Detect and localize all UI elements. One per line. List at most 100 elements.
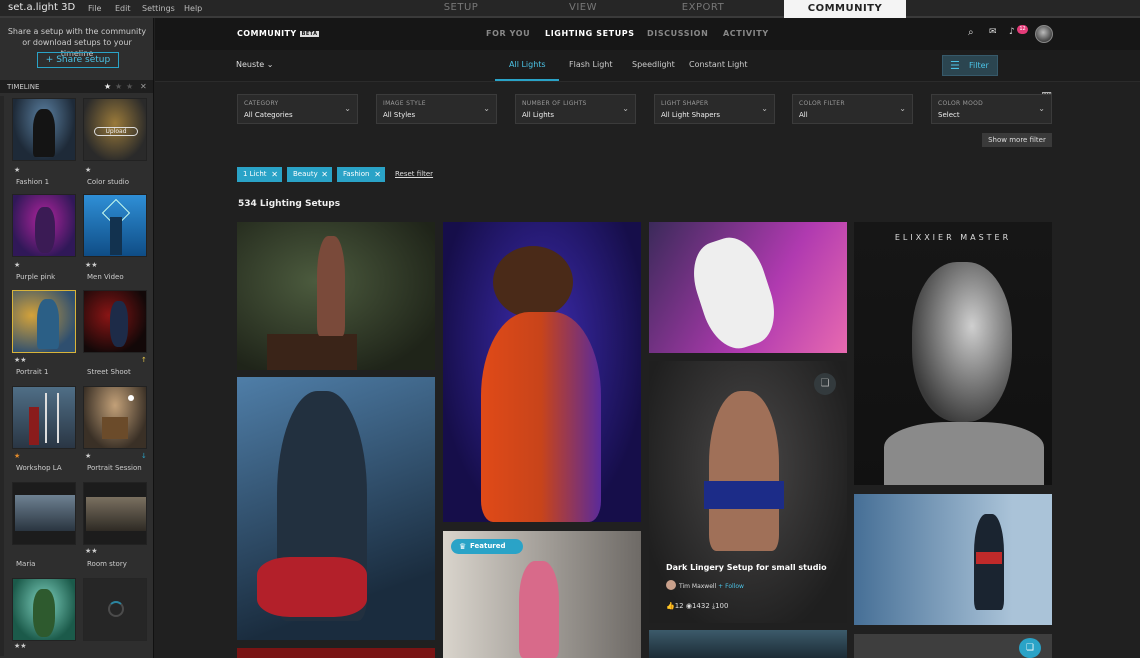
timeline-scrollbar[interactable]: [0, 96, 4, 656]
bookmark-icon[interactable]: ❏: [814, 373, 836, 395]
menu-help[interactable]: Help: [184, 4, 202, 13]
mode-tab-setup[interactable]: SETUP: [400, 2, 522, 13]
bell-icon[interactable]: ♪: [1009, 27, 1015, 37]
setup-card[interactable]: [854, 494, 1052, 625]
community-main: COMMUNITY BETA FOR YOU LIGHTING SETUPS DI…: [155, 18, 1140, 658]
rating-stars: ★★: [85, 261, 98, 269]
rating-stars: ★: [85, 166, 92, 174]
timeline-thumbnail[interactable]: [12, 386, 76, 449]
close-icon[interactable]: ✕: [374, 167, 381, 182]
chevron-down-icon: ⌄: [1038, 104, 1045, 113]
close-icon[interactable]: ✕: [271, 167, 278, 182]
filter-image-style[interactable]: IMAGE STYLE All Styles ⌄: [376, 94, 497, 124]
timeline-thumbnail[interactable]: [12, 578, 76, 641]
mode-tab-export[interactable]: EXPORT: [642, 2, 764, 13]
reset-filter-link[interactable]: Reset filter: [395, 170, 433, 178]
beta-badge: BETA: [299, 31, 320, 37]
timeline-label: TIMELINE: [7, 83, 40, 91]
bookmark-icon[interactable]: ❏: [1019, 638, 1041, 658]
timeline-item-label: Room story: [87, 560, 127, 568]
close-icon[interactable]: ✕: [321, 167, 328, 182]
show-more-filter-button[interactable]: Show more filter: [982, 133, 1052, 147]
filter-chip[interactable]: Fashion ✕: [337, 167, 385, 182]
timeline-thumbnail[interactable]: [83, 482, 147, 545]
timeline-thumbnail[interactable]: Upload: [83, 98, 147, 161]
nav-for-you[interactable]: FOR YOU: [486, 29, 530, 38]
timeline-item-label: Men Video: [87, 273, 124, 281]
setup-card[interactable]: ❏: [854, 634, 1052, 658]
filter-number-of-lights[interactable]: NUMBER OF LIGHTS All Lights ⌄: [515, 94, 636, 124]
chevron-down-icon: ⌄: [622, 104, 629, 113]
nav-discussion[interactable]: DISCUSSION: [647, 29, 708, 38]
tab-all-lights[interactable]: All Lights: [509, 60, 546, 69]
search-icon[interactable]: ⌕: [968, 27, 974, 38]
nav-lighting-setups[interactable]: LIGHTING SETUPS: [545, 29, 635, 38]
mode-tab-community[interactable]: COMMUNITY: [784, 0, 906, 18]
author-avatar[interactable]: [666, 580, 676, 590]
timeline-thumbnail[interactable]: [12, 194, 76, 257]
timeline-thumbnail-loading[interactable]: [83, 578, 147, 641]
timeline-thumbnail[interactable]: [83, 194, 147, 257]
results-count: 534 Lighting Setups: [238, 199, 341, 209]
filter-color-mood[interactable]: COLOR MOOD Select ⌄: [931, 94, 1052, 124]
star-filter-icon[interactable]: ★: [104, 82, 111, 91]
setup-card[interactable]: [649, 222, 847, 353]
timeline-item-label: Purple pink: [16, 273, 56, 281]
menu-file[interactable]: File: [88, 4, 101, 13]
author-name[interactable]: Tim Maxwell: [679, 583, 716, 590]
setup-title[interactable]: Dark Lingery Setup for small studio: [666, 563, 827, 572]
share-setup-button[interactable]: + Share setup: [37, 52, 119, 68]
setup-card-open[interactable]: ❏ Dark Lingery Setup for small studio Ti…: [649, 361, 847, 623]
tab-flash-light[interactable]: Flash Light: [569, 60, 612, 69]
menu-settings[interactable]: Settings: [142, 4, 175, 13]
filter-subbar: Neuste ⌄ All Lights Flash Light Speedlig…: [155, 50, 1140, 104]
mail-icon[interactable]: ✉: [989, 27, 997, 37]
notification-badge: 12: [1017, 25, 1028, 34]
timeline-thumbnail-selected[interactable]: [12, 290, 76, 353]
filter-chip[interactable]: Beauty ✕: [287, 167, 332, 182]
filter-button[interactable]: ☰ Filter: [942, 55, 998, 76]
setup-card[interactable]: [237, 648, 435, 658]
timeline-header: TIMELINE ★ ★ ★ ✕: [0, 80, 153, 93]
setup-card[interactable]: [237, 377, 435, 640]
upload-badge[interactable]: Upload: [94, 127, 138, 136]
pin-icon[interactable]: ✕: [140, 82, 147, 91]
menu-edit[interactable]: Edit: [115, 4, 131, 13]
app-window: set.a.light 3D File Edit Settings Help S…: [0, 0, 1140, 658]
timeline-thumbnail[interactable]: [83, 290, 147, 353]
follow-button[interactable]: + Follow: [718, 583, 744, 590]
mode-tab-view[interactable]: VIEW: [522, 2, 644, 13]
like-icon[interactable]: 👍: [666, 602, 675, 610]
app-title: set.a.light 3D: [8, 2, 76, 13]
timeline-item-label: Color studio: [87, 178, 129, 186]
setup-card[interactable]: [443, 222, 641, 522]
rating-stars: ★★: [14, 356, 27, 364]
rating-stars: ★: [14, 166, 21, 174]
timeline-thumbnail[interactable]: [12, 98, 76, 161]
sort-dropdown[interactable]: Neuste ⌄: [236, 60, 273, 69]
timeline-item-label: Maria: [16, 560, 36, 568]
avatar[interactable]: [1035, 25, 1053, 43]
setup-stats: 👍12 ◉1432 ⤓100: [666, 602, 729, 610]
star-filter-icon[interactable]: ★: [115, 82, 122, 91]
community-logo: COMMUNITY BETA: [237, 29, 320, 38]
setup-card[interactable]: ♛ Featured: [443, 531, 641, 658]
timeline-thumbnail[interactable]: [83, 386, 147, 449]
setup-card[interactable]: [237, 222, 435, 370]
timeline-item-label: Street Shoot: [87, 368, 131, 376]
chevron-down-icon: ⌄: [899, 104, 906, 113]
timeline-thumbnail[interactable]: [12, 482, 76, 545]
tab-speedlight[interactable]: Speedlight: [632, 60, 675, 69]
setup-card[interactable]: [649, 630, 847, 658]
tab-constant-light[interactable]: Constant Light: [689, 60, 747, 69]
filter-light-shaper[interactable]: LIGHT SHAPER All Light Shapers ⌄: [654, 94, 775, 124]
chevron-down-icon: ⌄: [761, 104, 768, 113]
rating-stars: ★: [14, 261, 21, 269]
filter-chip[interactable]: 1 Licht ✕: [237, 167, 282, 182]
crown-icon: ♛: [459, 542, 467, 551]
setup-card[interactable]: ELIXXIER MASTER: [854, 222, 1052, 485]
nav-activity[interactable]: ACTIVITY: [723, 29, 769, 38]
filter-color-filter[interactable]: COLOR FILTER All ⌄: [792, 94, 913, 124]
filter-category[interactable]: CATEGORY All Categories ⌄: [237, 94, 358, 124]
star-filter-icon[interactable]: ★: [126, 82, 133, 91]
